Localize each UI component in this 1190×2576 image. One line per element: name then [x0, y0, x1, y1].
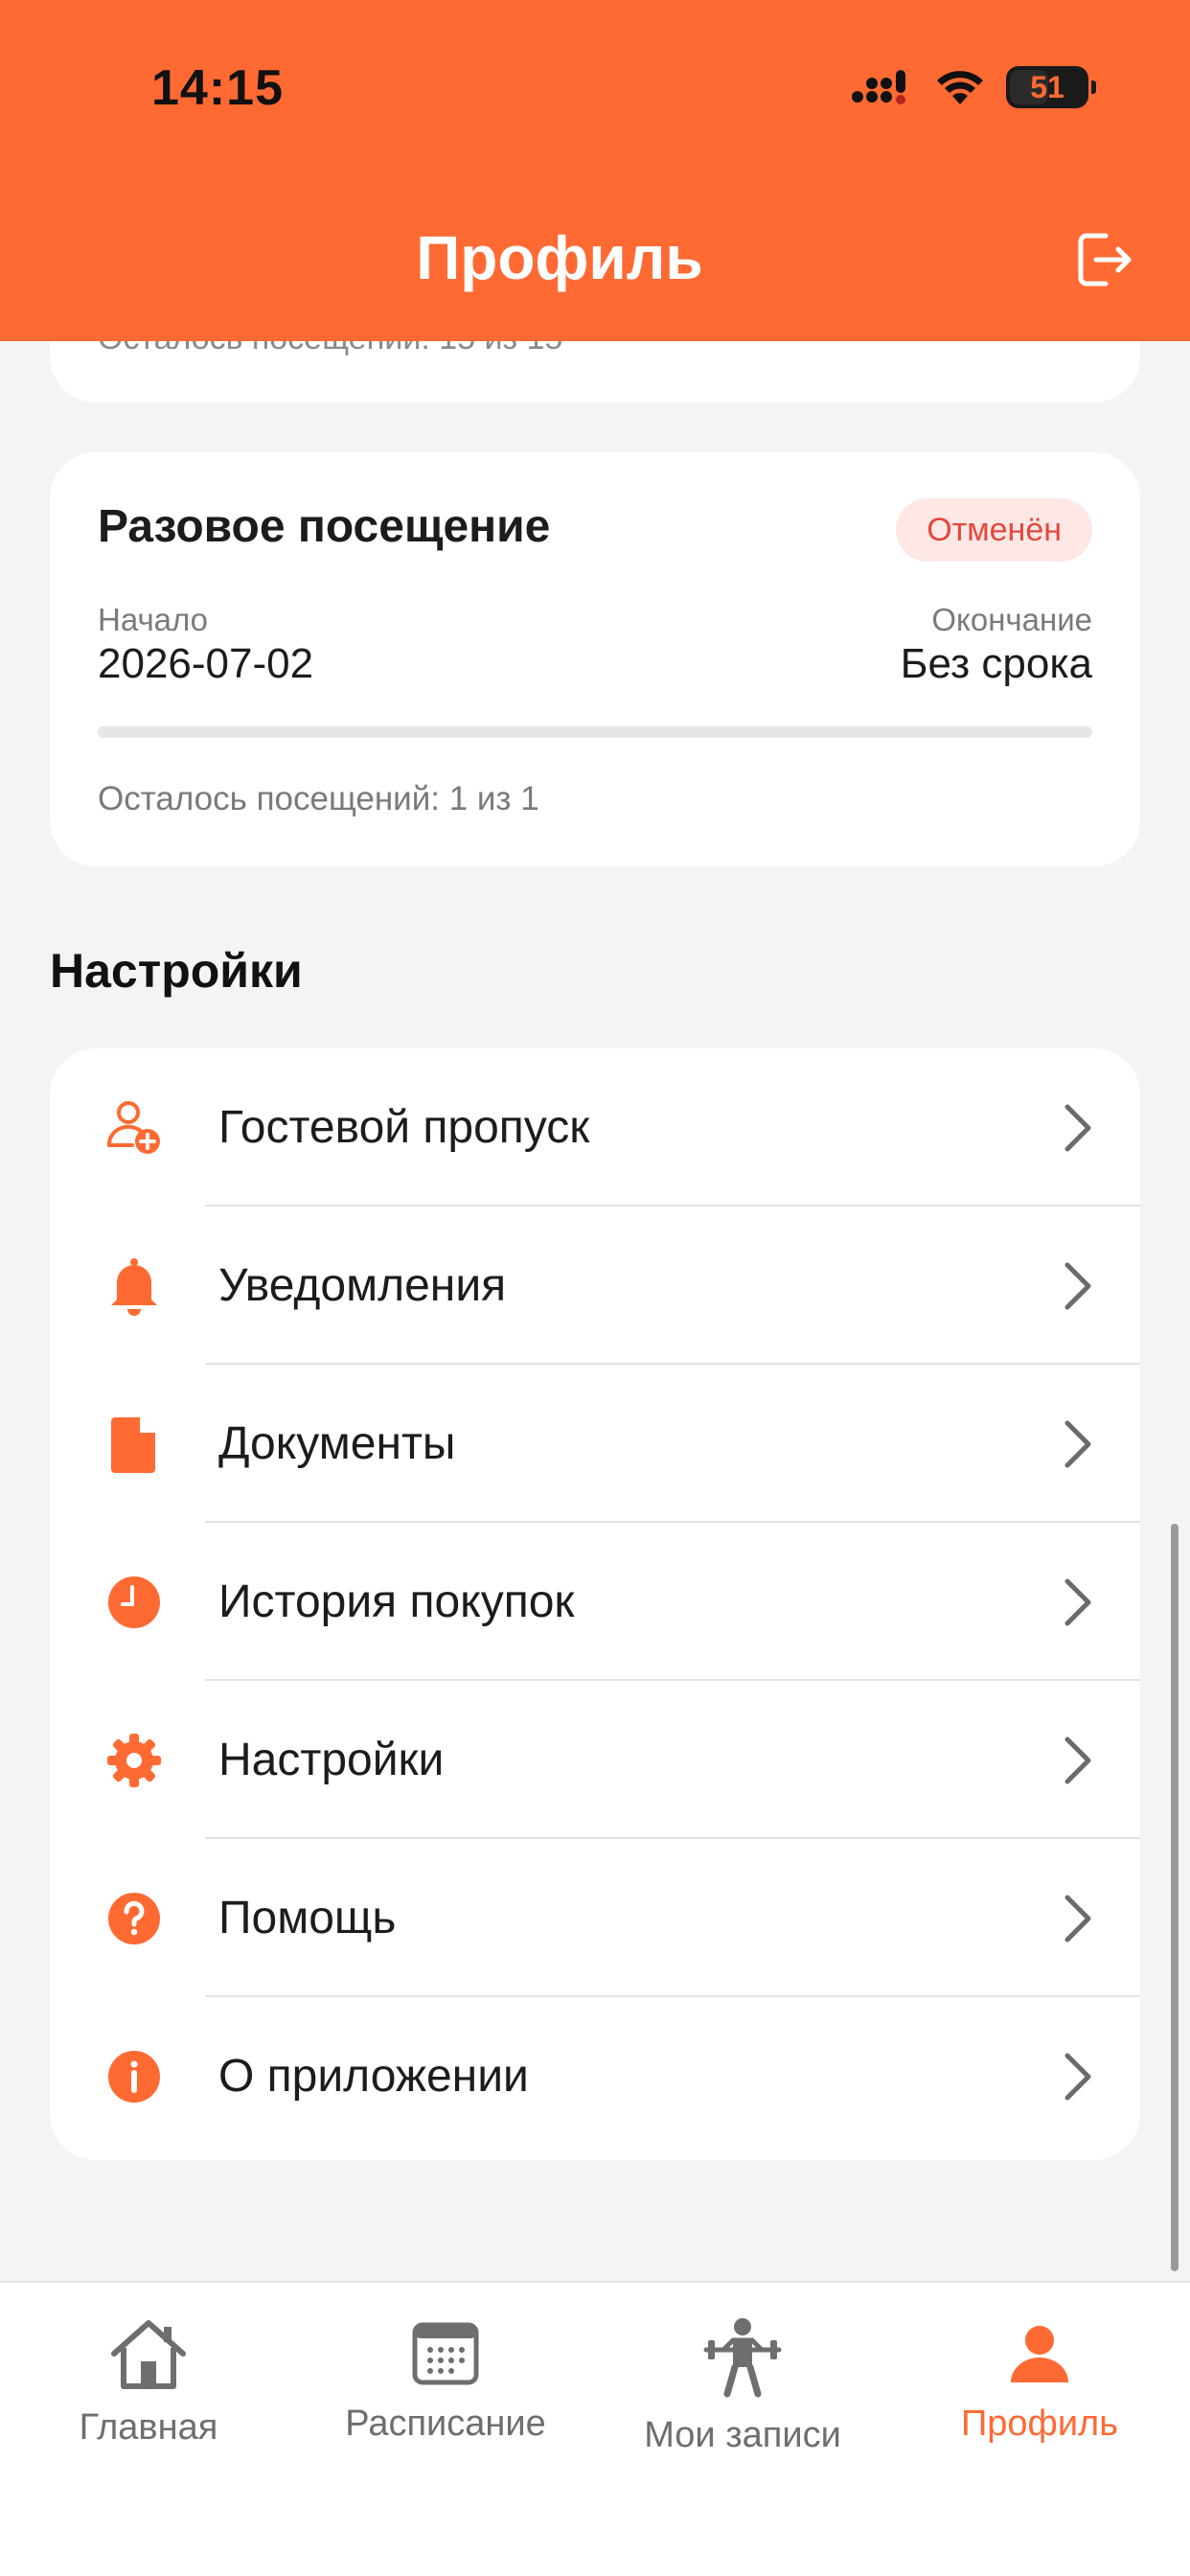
- calendar-icon: [412, 2322, 479, 2385]
- status-badge: Отменён: [896, 498, 1092, 562]
- chevron-right-icon: [1064, 1895, 1091, 1942]
- start-date: 2026-07-02: [98, 640, 314, 687]
- bottom-tab-bar: Главная Расписание Мои записи Профиль: [0, 2281, 1190, 2576]
- menu-item-label: Гостевой пропуск: [218, 1102, 590, 1153]
- chevron-right-icon: [1064, 1104, 1091, 1151]
- tab-my-bookings[interactable]: Мои записи: [594, 2283, 891, 2494]
- menu-item-notifications[interactable]: Уведомления: [50, 1207, 1140, 1365]
- menu-item-label: Уведомления: [218, 1260, 507, 1311]
- person-icon: [1011, 2326, 1068, 2382]
- menu-item-settings[interactable]: Настройки: [50, 1681, 1140, 1839]
- tab-label: Главная: [79, 2407, 218, 2448]
- tab-label: Расписание: [345, 2404, 546, 2444]
- subscription-card[interactable]: Разовое посещение Отменён Начало 2026-07…: [50, 452, 1140, 866]
- subscription-title: Разовое посещение: [98, 501, 551, 552]
- chevron-right-icon: [1064, 1578, 1091, 1625]
- menu-item-purchase-history[interactable]: История покупок: [50, 1523, 1140, 1681]
- profile-screen: 14:15 51 Профиль Разовое посещение Отмен…: [0, 0, 1190, 2576]
- clock-icon: [103, 1572, 165, 1633]
- settings-menu: Гостевой пропуск Уведомления Документы И…: [50, 1048, 1140, 2160]
- menu-item-help[interactable]: Помощь: [50, 1839, 1140, 1997]
- battery-level-text: 51: [1030, 69, 1064, 104]
- help-icon: [103, 1888, 165, 1949]
- tab-home[interactable]: Главная: [0, 2283, 297, 2494]
- logout-icon: [1078, 233, 1132, 287]
- info-icon: [103, 2046, 165, 2107]
- menu-item-guest-pass[interactable]: Гостевой пропуск: [50, 1048, 1140, 1207]
- logout-button[interactable]: [1071, 226, 1138, 293]
- start-label: Начало: [98, 602, 208, 637]
- end-date: Без срока: [900, 640, 1092, 687]
- gear-icon: [103, 1730, 165, 1791]
- settings-section-title: Настройки: [50, 944, 303, 998]
- menu-item-label: О приложении: [218, 2051, 529, 2102]
- end-label: Окончание: [931, 602, 1092, 637]
- status-icons: 51: [851, 63, 1096, 111]
- menu-item-label: Настройки: [218, 1735, 445, 1785]
- scrollbar[interactable]: [1171, 1524, 1179, 2271]
- cellular-signal-icon: [852, 70, 905, 104]
- home-icon: [111, 2320, 186, 2389]
- chevron-right-icon: [1064, 1420, 1091, 1467]
- chevron-right-icon: [1064, 1262, 1091, 1309]
- bell-icon: [103, 1255, 165, 1317]
- menu-item-documents[interactable]: Документы: [50, 1365, 1140, 1523]
- battery-icon: 51: [1006, 66, 1096, 108]
- tab-label: Мои записи: [644, 2415, 841, 2455]
- menu-item-about[interactable]: О приложении: [50, 1997, 1140, 2155]
- chevron-right-icon: [1064, 2053, 1091, 2100]
- menu-item-label: История покупок: [218, 1576, 575, 1627]
- tab-label: Профиль: [960, 2404, 1119, 2444]
- page-title: Профиль: [416, 223, 703, 292]
- menu-item-label: Помощь: [218, 1893, 397, 1944]
- document-icon: [103, 1414, 165, 1475]
- wifi-icon: [937, 71, 983, 104]
- guest-pass-icon: [103, 1097, 165, 1159]
- chevron-right-icon: [1064, 1736, 1091, 1783]
- visits-progress-bar: [98, 726, 1092, 738]
- tab-schedule[interactable]: Расписание: [297, 2283, 594, 2494]
- remaining-visits-text: Осталось посещений: 1 из 1: [98, 780, 539, 817]
- app-header: 14:15 51 Профиль: [0, 0, 1190, 341]
- weightlifter-icon: [703, 2318, 782, 2398]
- tab-profile[interactable]: Профиль: [891, 2283, 1188, 2494]
- menu-item-label: Документы: [218, 1418, 456, 1469]
- status-time: 14:15: [151, 60, 284, 116]
